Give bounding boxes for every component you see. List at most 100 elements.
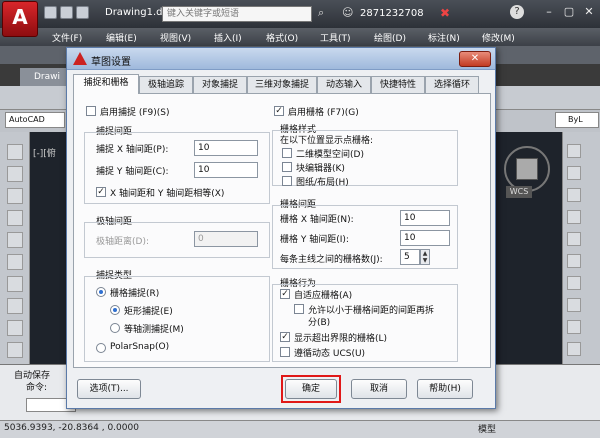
equal-spacing-checkbox[interactable]: ✓: [96, 187, 106, 197]
snap-x-input[interactable]: 10: [194, 140, 258, 156]
major-line-spinner[interactable]: ▲ ▼: [420, 249, 430, 265]
snap-x-label: 捕捉 X 轴间距(P):: [96, 145, 169, 155]
polar-snap-radio[interactable]: [96, 343, 106, 353]
viewcube-face[interactable]: [516, 158, 538, 180]
menu-modify[interactable]: 修改(M): [482, 31, 515, 44]
search-icon[interactable]: ⌕: [318, 6, 332, 20]
major-line-input[interactable]: 5: [400, 249, 420, 265]
isometric-snap-label: 等轴测捕捉(M): [124, 325, 184, 335]
mirror-tool-icon[interactable]: [567, 188, 581, 202]
grid-style-subtitle: 在以下位置显示点栅格:: [280, 136, 374, 146]
help-button[interactable]: 帮助(H): [417, 379, 473, 399]
subdivide-checkbox[interactable]: [294, 304, 304, 314]
dialog-title-bar[interactable]: 草图设置 ✕: [67, 48, 495, 70]
maximize-button[interactable]: ▢: [560, 4, 578, 20]
erase-tool-icon[interactable]: [567, 144, 581, 158]
snap-y-input[interactable]: 10: [194, 162, 258, 178]
tab-dynamic-input[interactable]: 动态输入: [317, 76, 371, 94]
menu-draw[interactable]: 绘图(D): [374, 31, 406, 44]
polar-distance-input[interactable]: 0: [194, 231, 258, 247]
isometric-snap-radio[interactable]: [110, 323, 120, 333]
equal-spacing-label: X 轴间距和 Y 轴间距相等(X): [110, 189, 225, 199]
grid-sheet-layout-checkbox[interactable]: [282, 176, 292, 186]
grid-block-editor-checkbox[interactable]: [282, 162, 292, 172]
enable-grid-checkbox[interactable]: ✓: [274, 106, 284, 116]
autocad-logo-icon: [73, 52, 87, 65]
tab-3d-object-snap[interactable]: 三维对象捕捉: [247, 76, 317, 94]
arc-tool-icon[interactable]: [7, 254, 23, 270]
move-tool-icon[interactable]: [567, 232, 581, 246]
grid-snap-label: 栅格捕捉(R): [110, 289, 160, 299]
grid-x-input[interactable]: 10: [400, 210, 450, 226]
tab-quick-properties[interactable]: 快捷特性: [371, 76, 425, 94]
fillet-tool-icon[interactable]: [567, 320, 581, 334]
scale-tool-icon[interactable]: [567, 276, 581, 290]
new-file-icon[interactable]: [44, 6, 57, 19]
beyond-limits-checkbox[interactable]: ✓: [280, 332, 290, 342]
app-logo-icon[interactable]: A: [2, 1, 38, 37]
menu-format[interactable]: 格式(O): [266, 31, 298, 44]
line-tool-icon[interactable]: [7, 144, 23, 160]
grid-block-editor-label: 块编辑器(K): [296, 164, 345, 174]
search-input[interactable]: 键入关键字或短语: [162, 6, 312, 22]
ok-button-highlight: [281, 375, 341, 403]
enable-snap-checkbox[interactable]: [86, 106, 96, 116]
save-icon[interactable]: [76, 6, 89, 19]
grid-snap-radio[interactable]: [96, 287, 106, 297]
rectangular-snap-label: 矩形捕捉(E): [124, 307, 173, 317]
tab-polar-tracking[interactable]: 极轴追踪: [139, 76, 193, 94]
workspace-select[interactable]: AutoCAD: [5, 112, 65, 128]
open-file-icon[interactable]: [60, 6, 73, 19]
adaptive-grid-label: 自适应栅格(A): [294, 291, 353, 301]
menu-tools[interactable]: 工具(T): [320, 31, 351, 44]
ellipse-tool-icon[interactable]: [7, 320, 23, 336]
help-icon[interactable]: ?: [510, 5, 524, 19]
enable-snap-label: 启用捕捉 (F9)(S): [100, 108, 170, 118]
viewport-label[interactable]: [-][俯: [33, 146, 56, 159]
model-tab[interactable]: 模型: [478, 422, 496, 435]
explode-tool-icon[interactable]: [567, 342, 581, 356]
grid-y-input[interactable]: 10: [400, 230, 450, 246]
rectangular-snap-radio[interactable]: [110, 305, 120, 315]
drafting-settings-dialog: 草图设置 ✕ 捕捉和栅格 极轴追踪 对象捕捉 三维对象捕捉 动态输入 快捷特性 …: [66, 47, 496, 409]
user-icon[interactable]: ☺: [342, 6, 356, 20]
polygon-tool-icon[interactable]: [7, 210, 23, 226]
copy-tool-icon[interactable]: [567, 166, 581, 180]
tab-snap-grid[interactable]: 捕捉和栅格: [73, 74, 139, 94]
menu-file[interactable]: 文件(F): [52, 31, 82, 44]
xline-tool-icon[interactable]: [7, 166, 23, 182]
circle-tool-icon[interactable]: [7, 276, 23, 292]
menu-dimension[interactable]: 标注(N): [428, 31, 460, 44]
rotate-tool-icon[interactable]: [567, 254, 581, 268]
grid-x-label: 栅格 X 轴间距(N):: [280, 215, 354, 225]
dialog-tabs: 捕捉和栅格 极轴追踪 对象捕捉 三维对象捕捉 动态输入 快捷特性 选择循环: [73, 74, 493, 94]
rectangle-tool-icon[interactable]: [7, 232, 23, 248]
draw-toolbar: [0, 132, 30, 364]
follow-ucs-checkbox[interactable]: [280, 347, 290, 357]
polyline-tool-icon[interactable]: [7, 188, 23, 204]
polar-snap-label: PolarSnap(O): [110, 342, 170, 352]
trim-tool-icon[interactable]: [567, 298, 581, 312]
menu-view[interactable]: 视图(V): [160, 31, 191, 44]
menu-edit[interactable]: 编辑(E): [106, 31, 137, 44]
tab-selection-cycling[interactable]: 选择循环: [425, 76, 479, 94]
snap-grid-panel: 启用捕捉 (F9)(S) 捕捉间距 捕捉 X 轴间距(P): 10 捕捉 Y 轴…: [73, 93, 491, 368]
grid-2d-model-checkbox[interactable]: [282, 148, 292, 158]
dialog-title: 草图设置: [91, 57, 131, 68]
layer-select[interactable]: ByL: [555, 112, 599, 128]
wcs-label[interactable]: WCS: [506, 186, 532, 198]
close-app-button[interactable]: ✕: [580, 4, 598, 20]
spline-tool-icon[interactable]: [7, 298, 23, 314]
offset-tool-icon[interactable]: [567, 210, 581, 224]
minimize-button[interactable]: –: [540, 4, 558, 20]
adaptive-grid-checkbox[interactable]: ✓: [280, 289, 290, 299]
exchange-icon[interactable]: ✖: [440, 6, 450, 20]
user-id[interactable]: 2871232708: [360, 8, 424, 19]
polar-distance-label: 极轴距离(D):: [96, 237, 149, 247]
hatch-tool-icon[interactable]: [7, 342, 23, 358]
menu-insert[interactable]: 插入(I): [214, 31, 242, 44]
tab-object-snap[interactable]: 对象捕捉: [193, 76, 247, 94]
cancel-button[interactable]: 取消: [351, 379, 407, 399]
dialog-close-button[interactable]: ✕: [459, 51, 491, 67]
options-button[interactable]: 选项(T)...: [77, 379, 141, 399]
